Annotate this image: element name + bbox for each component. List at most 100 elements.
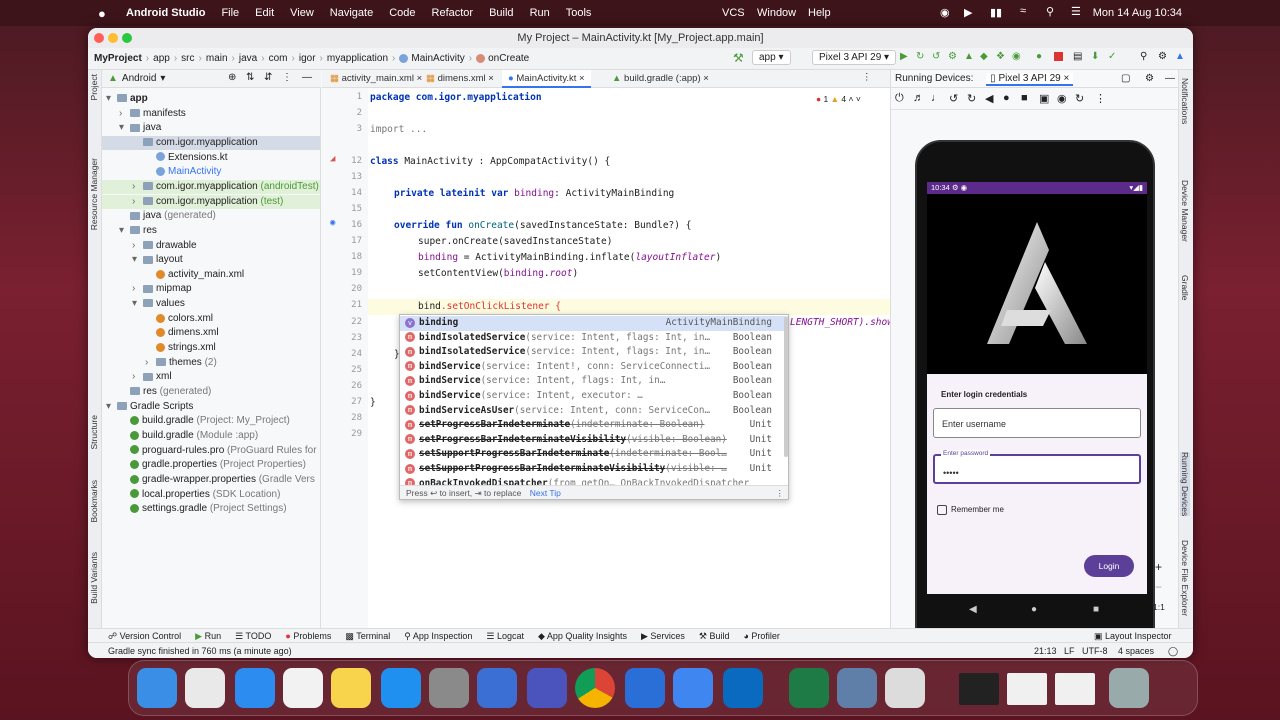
completion-item[interactable]: m setProgressBarIndeterminate(indetermina… <box>400 418 788 433</box>
device-select[interactable]: Pixel 3 API 29 ▾ <box>812 50 897 65</box>
android-studio-icon[interactable] <box>477 668 517 708</box>
tool-app-inspection[interactable]: ⚲ App Inspection <box>404 629 472 642</box>
breadcrumb-java[interactable]: java <box>239 53 257 64</box>
completion-item[interactable]: m bindService(service: Intent!, conn: Ser… <box>400 360 788 375</box>
tool-terminal[interactable]: ▩ Terminal <box>345 629 390 642</box>
chevron-down-icon[interactable]: ▾ <box>106 400 117 414</box>
control-center-icon[interactable]: ☰ <box>1071 5 1081 18</box>
menu-navigate[interactable]: Navigate <box>330 7 373 19</box>
app-store-icon[interactable] <box>381 668 421 708</box>
indent-setting[interactable]: 4 spaces <box>1118 643 1154 658</box>
menu-refactor[interactable]: Refactor <box>432 7 474 19</box>
file-encoding[interactable]: UTF-8 <box>1082 643 1108 658</box>
excel-icon[interactable] <box>789 668 829 708</box>
tree-item[interactable]: dimens.xml <box>145 326 219 340</box>
breadcrumb-myapplication[interactable]: myapplication <box>327 53 388 64</box>
chrome-icon[interactable] <box>575 668 615 708</box>
tree-item[interactable]: proguard-rules.pro (ProGuard Rules for <box>119 444 317 458</box>
device-tab[interactable]: ▯ Pixel 3 API 29 × <box>986 73 1074 86</box>
status-message[interactable]: Gradle sync finished in 760 ms (a minute… <box>108 646 292 656</box>
gradle-sync-icon[interactable]: ✓ <box>1108 51 1116 62</box>
overview-icon[interactable]: ■ <box>1021 92 1028 104</box>
project-view-selector[interactable]: Android <box>122 73 156 84</box>
menubar-clock[interactable]: Mon 14 Aug 10:34 <box>1093 7 1182 19</box>
password-field[interactable]: Enter password ••••• <box>933 450 1141 484</box>
chevron-right-icon[interactable]: › <box>145 356 156 370</box>
settings-icon[interactable]: ⚙ <box>1158 51 1167 62</box>
tree-item[interactable]: › com.igor.myapplication (test) <box>102 194 320 209</box>
tool-resource-manager[interactable]: Resource Manager <box>89 158 99 230</box>
record-icon[interactable]: ◉ <box>940 6 950 19</box>
tool-todo[interactable]: ☰ TODO <box>235 629 271 642</box>
tree-item[interactable]: › themes (2) <box>145 356 217 370</box>
sdk-manager-icon[interactable]: ⬇ <box>1091 51 1099 62</box>
tree-item[interactable]: ▾ layout <box>132 253 183 267</box>
minimize-window-icon[interactable] <box>108 33 118 43</box>
zoom-window-icon[interactable] <box>122 33 132 43</box>
chevron-right-icon[interactable]: › <box>119 107 130 121</box>
battery-icon[interactable]: ▮▮ <box>990 6 1002 19</box>
home-icon[interactable]: ● <box>1003 92 1010 104</box>
tool-app-quality-insights[interactable]: ◆ App Quality Insights <box>538 629 627 642</box>
screenshot-icon[interactable]: ▣ <box>1039 92 1049 105</box>
tool-logcat[interactable]: ☰ Logcat <box>486 629 524 642</box>
snapshot-icon[interactable]: ↻ <box>1075 92 1084 105</box>
next-tip-link[interactable]: Next Tip <box>530 488 561 498</box>
breadcrumb-app[interactable]: app <box>153 53 170 64</box>
tool-problems[interactable]: ● Problems <box>285 629 331 642</box>
wifi-icon[interactable]: ≈ <box>1020 5 1026 17</box>
tree-item[interactable]: res (generated) <box>119 385 211 399</box>
run-config-select[interactable]: app ▾ <box>752 50 791 65</box>
tool-gradle[interactable]: Gradle <box>1180 275 1190 301</box>
completion-item[interactable]: m bindService(service: Intent, flags: Int… <box>400 374 788 389</box>
rotate-right-icon[interactable]: ↻ <box>967 92 976 105</box>
power-icon[interactable]: ⏻ <box>895 92 904 105</box>
chevron-down-icon[interactable]: ▾ <box>132 253 143 267</box>
stop-icon[interactable] <box>1054 52 1063 61</box>
menu-file[interactable]: File <box>221 7 239 19</box>
tree-item[interactable]: ▾ java <box>119 121 161 135</box>
hide-panel-icon[interactable]: — <box>1165 70 1175 88</box>
zoom-actual-size[interactable]: 1:1 <box>1153 602 1165 612</box>
green-tool-icon[interactable]: ● <box>1036 51 1042 62</box>
tree-item[interactable]: › drawable <box>132 239 197 253</box>
menu-app-name[interactable]: Android Studio <box>126 7 205 19</box>
tree-item[interactable]: com.igor.myapplication <box>102 135 320 150</box>
inspection-widget[interactable]: ● 1 ▲ 4 ˄ ˅ <box>816 94 861 104</box>
apply-changes-icon[interactable]: ↻ <box>916 51 924 62</box>
hide-panel-icon[interactable]: — <box>302 72 312 83</box>
menu-run[interactable]: Run <box>530 7 550 19</box>
apple-menu-icon[interactable]: ● <box>98 6 114 21</box>
breadcrumb-src[interactable]: src <box>181 53 194 64</box>
caret-position[interactable]: 21:13 <box>1034 643 1057 658</box>
chevron-right-icon[interactable]: › <box>132 195 143 209</box>
breadcrumb-mainactivity[interactable]: MainActivity <box>411 53 464 64</box>
preview-icon[interactable] <box>885 668 925 708</box>
tab-activity-main-xml[interactable]: ▦ activity_main.xml × <box>324 70 428 88</box>
remember-me-checkbox[interactable] <box>937 505 947 515</box>
menu-window[interactable]: Window <box>757 7 796 19</box>
android-logo-thumbnail-icon[interactable] <box>959 673 999 705</box>
tool-build-variants[interactable]: Build Variants <box>89 552 99 604</box>
menu-edit[interactable]: Edit <box>255 7 274 19</box>
tab-build-gradle-app[interactable]: ▲ build.gradle (:app) × <box>606 70 715 88</box>
tree-item[interactable]: build.gradle (Module :app) <box>119 429 258 443</box>
tool-running-devices[interactable]: Running Devices <box>1180 452 1190 517</box>
lock-icon[interactable]: ◯ <box>1168 643 1178 658</box>
line-separator[interactable]: LF <box>1064 643 1075 658</box>
breadcrumb-main[interactable]: main <box>206 53 228 64</box>
completion-item[interactable]: m bindService(service: Intent, executor: … <box>400 389 788 404</box>
maximize-panel-icon[interactable]: ▢ <box>1121 70 1130 88</box>
hammer-icon[interactable]: ⚒ <box>733 51 744 65</box>
panel-settings-icon[interactable]: ⚙ <box>1145 70 1154 88</box>
chevron-down-icon[interactable]: ▾ <box>132 297 143 311</box>
close-window-icon[interactable] <box>94 33 104 43</box>
phone-home-icon[interactable]: ● <box>1031 604 1037 615</box>
screenshot-thumbnail-icon[interactable] <box>1007 673 1047 705</box>
class-gutter-icon[interactable]: ◢ <box>330 154 335 164</box>
completion-item[interactable]: v binding ActivityMainBinding <box>400 316 788 331</box>
tree-item[interactable]: › manifests <box>119 107 186 121</box>
tree-item[interactable]: Extensions.kt <box>145 151 227 165</box>
tree-item[interactable]: ▾ Gradle Scripts <box>106 400 193 414</box>
chevron-right-icon[interactable]: › <box>132 282 143 296</box>
